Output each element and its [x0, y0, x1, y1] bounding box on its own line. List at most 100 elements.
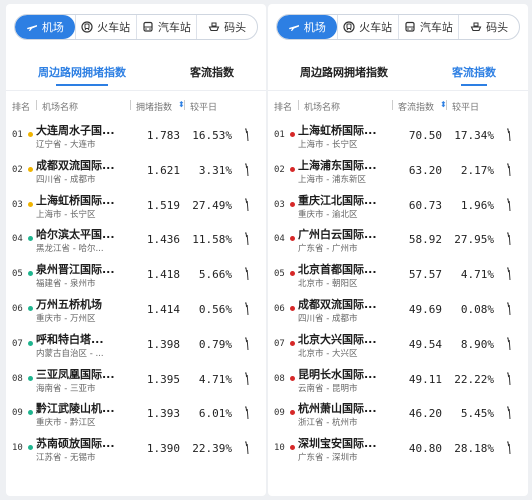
airport-location: 重庆市 - 渝北区 [298, 209, 358, 220]
column-header-rank[interactable]: 排名 [12, 100, 30, 113]
table-row[interactable]: 10 苏南硕放国际... 江苏省 - 无锡市 1.390 22.39% [6, 431, 266, 466]
airport-location: 广东省 - 广州市 [298, 244, 358, 255]
rank-number: 09 [274, 408, 285, 419]
table-row[interactable]: 05 北京首都国际... 北京市 - 朝阳区 57.57 4.71% [268, 257, 528, 292]
table-row[interactable]: 02 成都双流国际... 四川省 - 成都市 1.621 3.31% [6, 153, 266, 188]
mode-tab-train[interactable]: 火车站 [74, 15, 136, 39]
tab-congestion-index[interactable]: 周边路网拥堵指数 [300, 64, 388, 86]
mode-tab-ship[interactable]: 码头 [196, 15, 257, 39]
status-dot [290, 340, 295, 346]
trend-sparkline-icon [243, 439, 253, 457]
table-row[interactable]: 06 万州五桥机场 重庆市 - 万州区 1.414 0.56% [6, 292, 266, 327]
column-header-name[interactable]: 机场名称 [42, 100, 78, 113]
airport-location: 上海市 - 长宁区 [36, 209, 96, 220]
table-row[interactable]: 05 泉州晋江国际... 福建省 - 泉州市 1.418 5.66% [6, 257, 266, 292]
airport-name: 上海浦东国际... [298, 158, 377, 172]
column-header-value[interactable]: 拥堵指数 [136, 100, 172, 113]
change-percent: 2.17% [460, 163, 494, 177]
rank-number: 06 [12, 303, 23, 314]
column-header-change[interactable]: 较平日 [452, 100, 479, 113]
ranking-list: 01 大连周水子国... 辽宁省 - 大连市 1.783 16.53% 02 成都双流国际.… [6, 118, 266, 466]
column-header-name[interactable]: 机场名称 [304, 100, 340, 113]
rank-number: 10 [274, 443, 285, 454]
table-row[interactable]: 02 上海浦东国际... 上海市 - 浦东新区 63.20 2.17% [268, 153, 528, 188]
table-row[interactable]: 08 昆明长水国际... 云南省 - 昆明市 49.11 22.22% [268, 362, 528, 397]
index-value: 1.621 [146, 163, 180, 177]
airport-location: 上海市 - 浦东新区 [298, 174, 366, 185]
transport-mode-tabs: 机场 火车站 汽车站 码头 [276, 14, 520, 40]
sort-icon[interactable]: ⬍ [178, 100, 185, 109]
change-percent: 27.95% [454, 233, 494, 247]
table-row[interactable]: 03 上海虹桥国际... 上海市 - 长宁区 1.519 27.49% [6, 188, 266, 223]
change-percent: 0.08% [460, 302, 494, 316]
status-dot [28, 445, 33, 451]
index-value: 49.54 [408, 337, 442, 351]
table-row[interactable]: 10 深圳宝安国际... 广东省 - 深圳市 40.80 28.18% [268, 431, 528, 466]
mode-tab-ship[interactable]: 码头 [458, 15, 519, 39]
table-row[interactable]: 06 成都双流国际... 四川省 - 成都市 49.69 0.08% [268, 292, 528, 327]
trend-sparkline-icon [243, 300, 253, 318]
status-dot [290, 201, 295, 207]
table-row[interactable]: 07 北京大兴国际... 北京市 - 大兴区 49.54 8.90% [268, 327, 528, 362]
airport-name: 三亚凤凰国际... [36, 367, 115, 381]
change-percent: 1.96% [460, 198, 494, 212]
change-percent: 8.90% [460, 337, 494, 351]
table-row[interactable]: 07 呼和特白塔... 内蒙古自治区 - ... 1.398 0.79% [6, 327, 266, 362]
status-dot [28, 166, 33, 172]
airport-name: 杭州萧山国际... [298, 402, 377, 416]
airport-name: 苏南硕放国际... [36, 437, 115, 451]
screen: 机场 火车站 汽车站 码头 周边路网拥堵指数 客流指数 排名 机场名称 拥堵指数 较平日 ⬍ 01 大连… [0, 0, 532, 500]
rank-number: 08 [274, 373, 285, 384]
mode-tab-bus[interactable]: 汽车站 [135, 15, 197, 39]
trend-sparkline-icon [505, 335, 515, 353]
index-value: 1.418 [146, 268, 180, 282]
airport-location: 海南省 - 三亚市 [36, 383, 96, 394]
column-header-change[interactable]: 较平日 [190, 100, 217, 113]
trend-sparkline-icon [243, 230, 253, 248]
table-row[interactable]: 08 三亚凤凰国际... 海南省 - 三亚市 1.395 4.71% [6, 362, 266, 397]
index-value: 1.519 [146, 198, 180, 212]
tab-passenger-flow-index[interactable]: 客流指数 [452, 64, 496, 86]
column-header-value[interactable]: 客流指数 [398, 100, 434, 113]
table-row[interactable]: 03 重庆江北国际... 重庆市 - 渝北区 60.73 1.96% [268, 188, 528, 223]
index-value: 1.398 [146, 337, 180, 351]
tab-passenger-flow-index[interactable]: 客流指数 [190, 64, 234, 86]
metric-tabs: 周边路网拥堵指数 客流指数 [268, 64, 528, 88]
mode-tab-plane[interactable]: 机场 [15, 15, 75, 39]
trend-sparkline-icon [505, 161, 515, 179]
table-row[interactable]: 04 广州白云国际... 广东省 - 广州市 58.92 27.95% [268, 222, 528, 257]
rank-number: 01 [274, 130, 285, 140]
index-value: 1.783 [146, 129, 180, 142]
status-dot [290, 375, 295, 381]
index-value: 70.50 [408, 129, 442, 142]
change-percent: 22.22% [454, 372, 494, 386]
rank-number: 07 [12, 338, 23, 349]
change-percent: 27.49% [192, 198, 232, 212]
tab-congestion-index[interactable]: 周边路网拥堵指数 [38, 64, 126, 86]
trend-sparkline-icon [243, 370, 253, 388]
ship-icon [208, 21, 220, 33]
mode-tab-train[interactable]: 火车站 [336, 15, 398, 39]
table-row[interactable]: 01 大连周水子国... 辽宁省 - 大连市 1.783 16.53% [6, 118, 266, 153]
trend-sparkline-icon [243, 335, 253, 353]
table-row[interactable]: 01 上海虹桥国际... 上海市 - 长宁区 70.50 17.34% [268, 118, 528, 153]
column-header-rank[interactable]: 排名 [274, 100, 292, 113]
sort-icon[interactable]: ⬍ [440, 100, 447, 109]
status-dot [28, 340, 33, 346]
status-dot [28, 201, 33, 207]
rank-number: 06 [274, 303, 285, 314]
mode-tab-bus[interactable]: 汽车站 [397, 15, 459, 39]
metric-tabs: 周边路网拥堵指数 客流指数 [6, 64, 266, 88]
status-dot [28, 305, 33, 311]
right-panel-passenger-flow: 机场 火车站 汽车站 码头 周边路网拥堵指数 客流指数 排名 机场名称 客流指数 较平日 ⬍ 01 上海… [268, 4, 528, 496]
airport-name: 北京大兴国际... [298, 332, 377, 346]
table-row[interactable]: 09 黔江武陵山机... 重庆市 - 黔江区 1.393 6.01% [6, 396, 266, 431]
change-percent: 5.45% [460, 407, 494, 421]
status-dot [290, 132, 295, 137]
table-row[interactable]: 09 杭州萧山国际... 浙江省 - 杭州市 46.20 5.45% [268, 396, 528, 431]
mode-tab-label: 汽车站 [157, 21, 191, 34]
table-header: 排名 机场名称 拥堵指数 较平日 ⬍ [6, 98, 266, 114]
table-row[interactable]: 04 哈尔滨太平国... 黑龙江省 - 哈尔... 1.436 11.58% [6, 222, 266, 257]
mode-tab-plane[interactable]: 机场 [277, 15, 337, 39]
train-icon [343, 21, 355, 33]
